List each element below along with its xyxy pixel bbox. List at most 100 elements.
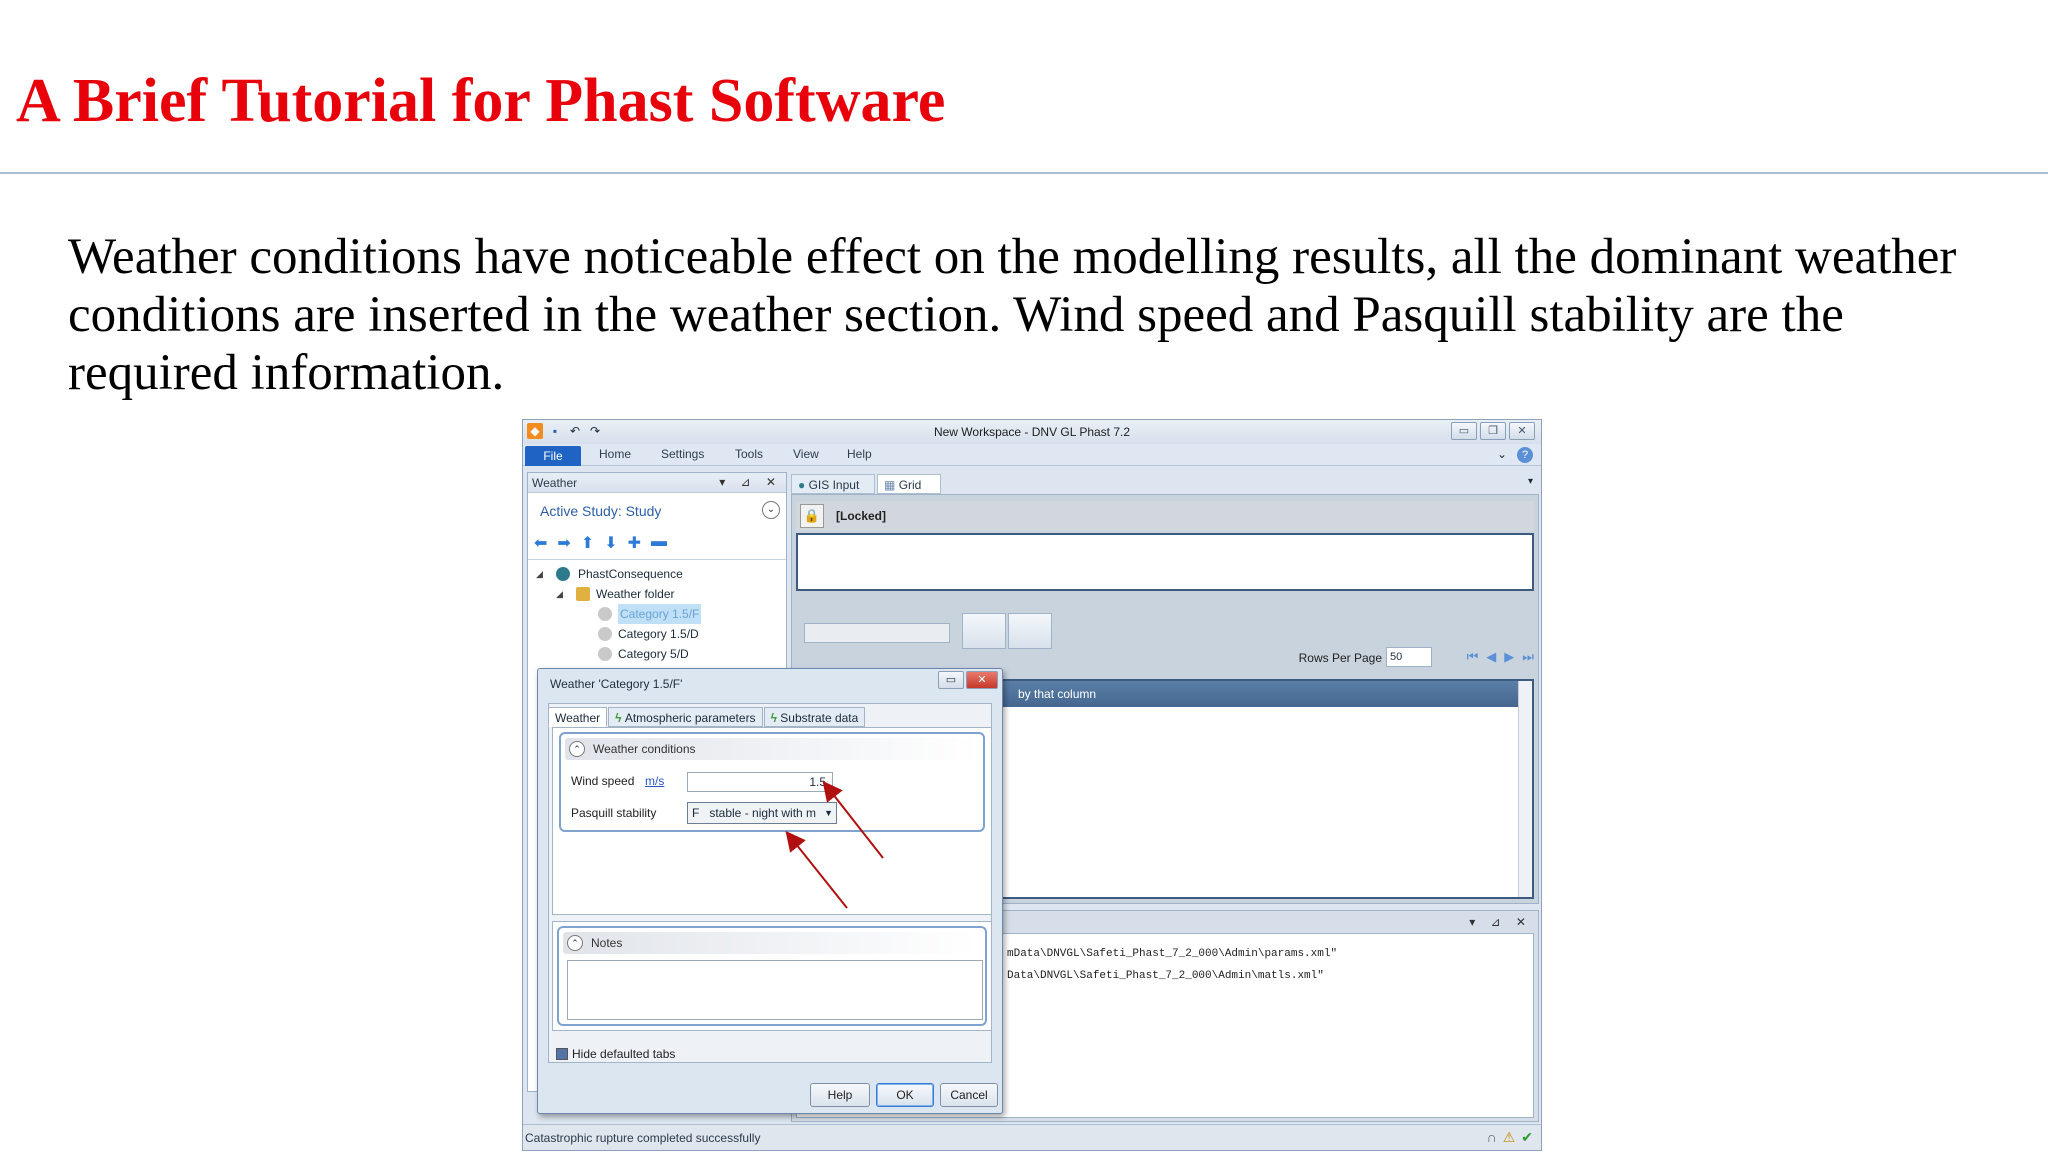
wind-speed-label: Wind speed xyxy=(571,774,635,788)
globe-icon xyxy=(556,567,570,581)
dialog-tabs: Weather ϟ Atmospheric parameters ϟ Subst… xyxy=(548,707,866,727)
close-icon[interactable]: ✕ xyxy=(1509,422,1535,440)
weather-icon xyxy=(598,607,612,621)
active-study-label[interactable]: Active Study: Study xyxy=(540,503,661,519)
first-page-icon[interactable]: ⏮ xyxy=(1467,649,1479,665)
tree-item-category-5-d[interactable]: Category 5/D xyxy=(528,644,786,664)
globe-icon: ● xyxy=(798,478,806,492)
grid-toolbar: Rows Per Page 50 ⏮ ◀ ▶ ⏭ xyxy=(792,603,1538,673)
pasquill-stability-label: Pasquill stability xyxy=(571,806,657,820)
locked-bar: 🔒 [Locked] xyxy=(796,501,1534,531)
window-title: New Workspace - DNV GL Phast 7.2 xyxy=(933,425,1131,439)
pasquill-value: F stable - night with m xyxy=(692,806,817,820)
tab-gis-input[interactable]: ● GIS Input xyxy=(791,474,875,494)
tab-label: GIS Input xyxy=(808,478,860,492)
locked-text-area[interactable] xyxy=(796,533,1534,591)
tree-item-category-1-5-d[interactable]: Category 1.5/D xyxy=(528,624,786,644)
tab-label: Grid xyxy=(898,478,922,492)
cancel-button[interactable]: Cancel xyxy=(940,1083,998,1107)
expand-icon[interactable]: ◢ xyxy=(556,584,563,604)
warning-icon[interactable]: ⚠ xyxy=(1503,1129,1516,1146)
tree-item-label: Category 5/D xyxy=(618,647,689,661)
checkbox-label: Hide defaulted tabs xyxy=(572,1047,676,1061)
tab-substrate-data[interactable]: ϟ Substrate data xyxy=(763,707,866,727)
help-icon[interactable]: ? xyxy=(1517,447,1533,463)
tab-dropdown-icon[interactable]: ▾ xyxy=(1528,476,1533,487)
tab-file[interactable]: File xyxy=(525,446,581,466)
restore-icon[interactable]: ❐ xyxy=(1480,422,1506,440)
grid-icon: ▦ xyxy=(884,478,896,492)
status-bar: Catastrophic rupture completed successfu… xyxy=(523,1124,1541,1150)
log-line: mData\DNVGL\Safeti_Phast_7_2_000\Admin\p… xyxy=(1007,948,1338,960)
tree-item-weather-folder[interactable]: ◢ Weather folder xyxy=(528,584,786,604)
down-arrow-icon[interactable]: ⬇ xyxy=(604,533,617,553)
hide-defaulted-tabs-checkbox[interactable]: Hide defaulted tabs xyxy=(556,1047,675,1061)
tab-label: Atmospheric parameters xyxy=(624,711,756,725)
pager-controls: ⏮ ◀ ▶ ⏭ xyxy=(1467,649,1534,665)
collapse-icon[interactable]: ⌃ xyxy=(567,935,583,951)
tab-help[interactable]: Help xyxy=(847,447,872,461)
slide-body-text: Weather conditions have noticeable effec… xyxy=(68,229,1957,401)
add-row-button[interactable] xyxy=(1008,613,1052,649)
wind-speed-input[interactable]: 1.5 xyxy=(687,772,833,792)
pane-controls[interactable]: ▾ ⊿ ✕ xyxy=(719,475,782,489)
window-controls: ▭ ❐ ✕ xyxy=(1451,422,1535,440)
chevron-down-icon[interactable]: ⌄ xyxy=(762,501,780,519)
prev-page-icon[interactable]: ◀ xyxy=(1486,649,1496,665)
grid-filter-combo[interactable] xyxy=(804,623,950,643)
rows-per-page-label: Rows Per Page xyxy=(1298,651,1382,665)
output-pane-controls[interactable]: ▾ ⊿ ✕ xyxy=(1469,915,1532,929)
tree-item-phastconsequence[interactable]: ◢ PhastConsequence xyxy=(528,564,786,584)
rows-per-page-input[interactable]: 50 xyxy=(1386,647,1432,667)
weather-dialog: Weather 'Category 1.5/F' ▭ ✕ Weather ϟ A… xyxy=(537,668,1003,1114)
group-title: Weather conditions xyxy=(593,742,696,756)
check-icon[interactable]: ✔ xyxy=(1521,1129,1533,1146)
grid-scrollbar[interactable] xyxy=(1518,681,1532,897)
minimize-icon[interactable]: ▭ xyxy=(1451,422,1477,440)
ok-button[interactable]: OK xyxy=(876,1083,934,1107)
wind-speed-unit-link[interactable]: m/s xyxy=(645,774,664,788)
grid-layout-button[interactable] xyxy=(962,613,1006,649)
title-divider xyxy=(0,172,2048,174)
last-page-icon[interactable]: ⏭ xyxy=(1522,649,1534,665)
tree-item-label: PhastConsequence xyxy=(578,567,683,581)
tab-view[interactable]: View xyxy=(793,447,819,461)
collapse-icon[interactable]: ⌃ xyxy=(569,741,585,757)
lock-icon[interactable]: 🔒 xyxy=(800,504,824,528)
maximize-icon[interactable]: ▭ xyxy=(938,671,964,689)
remove-icon[interactable]: ▬ xyxy=(651,533,667,553)
weather-icon xyxy=(598,627,612,641)
checkbox-icon[interactable] xyxy=(556,1048,568,1060)
tab-atmospheric-parameters[interactable]: ϟ Atmospheric parameters xyxy=(608,707,763,727)
notes-textarea[interactable] xyxy=(567,960,983,1020)
next-page-icon[interactable]: ▶ xyxy=(1504,649,1514,665)
tab-label: Substrate data xyxy=(780,711,859,725)
tree-item-label: Weather folder xyxy=(596,587,675,601)
tree-nav-toolbar: ⬅ ➡ ⬆ ⬇ ✚ ▬ xyxy=(534,533,667,553)
up-arrow-icon[interactable]: ⬆ xyxy=(581,533,594,553)
help-button[interactable]: Help xyxy=(810,1083,870,1107)
add-icon[interactable]: ✚ xyxy=(628,533,641,553)
log-line: Data\DNVGL\Safeti_Phast_7_2_000\Admin\ma… xyxy=(1007,970,1324,982)
notes-title: Notes xyxy=(591,936,623,950)
forward-arrow-icon[interactable]: ➡ xyxy=(557,533,570,553)
folder-icon xyxy=(576,587,590,601)
tree-item-label: Category 1.5/D xyxy=(618,627,699,641)
tab-home[interactable]: Home xyxy=(599,447,631,461)
pasquill-stability-select[interactable]: F stable - night with m ▼ xyxy=(687,802,837,824)
ribbon-collapse-icon[interactable]: ⌄ xyxy=(1497,447,1507,463)
tab-tools[interactable]: Tools xyxy=(735,447,763,461)
slide-title: A Brief Tutorial for Phast Software xyxy=(16,67,946,135)
tab-settings[interactable]: Settings xyxy=(661,447,704,461)
tab-grid[interactable]: ▦ Grid ✕ xyxy=(877,474,941,512)
tree-item-category-1-5-f[interactable]: Category 1.5/F xyxy=(528,604,786,624)
notes-group: ⌃ Notes xyxy=(557,926,987,1026)
back-arrow-icon[interactable]: ⬅ xyxy=(534,533,547,553)
expand-icon[interactable]: ◢ xyxy=(536,564,543,584)
ribbon-tabs: File Home Settings Tools View Help ⌄ ? xyxy=(523,444,1541,466)
tab-weather[interactable]: Weather xyxy=(548,707,608,727)
magnet-icon[interactable]: ∩ xyxy=(1487,1129,1497,1146)
notes-panel: ⌃ Notes xyxy=(552,921,992,1031)
close-icon[interactable]: ✕ xyxy=(966,671,998,689)
weather-conditions-group: ⌃ Weather conditions Wind speed m/s 1.5 … xyxy=(559,732,985,832)
